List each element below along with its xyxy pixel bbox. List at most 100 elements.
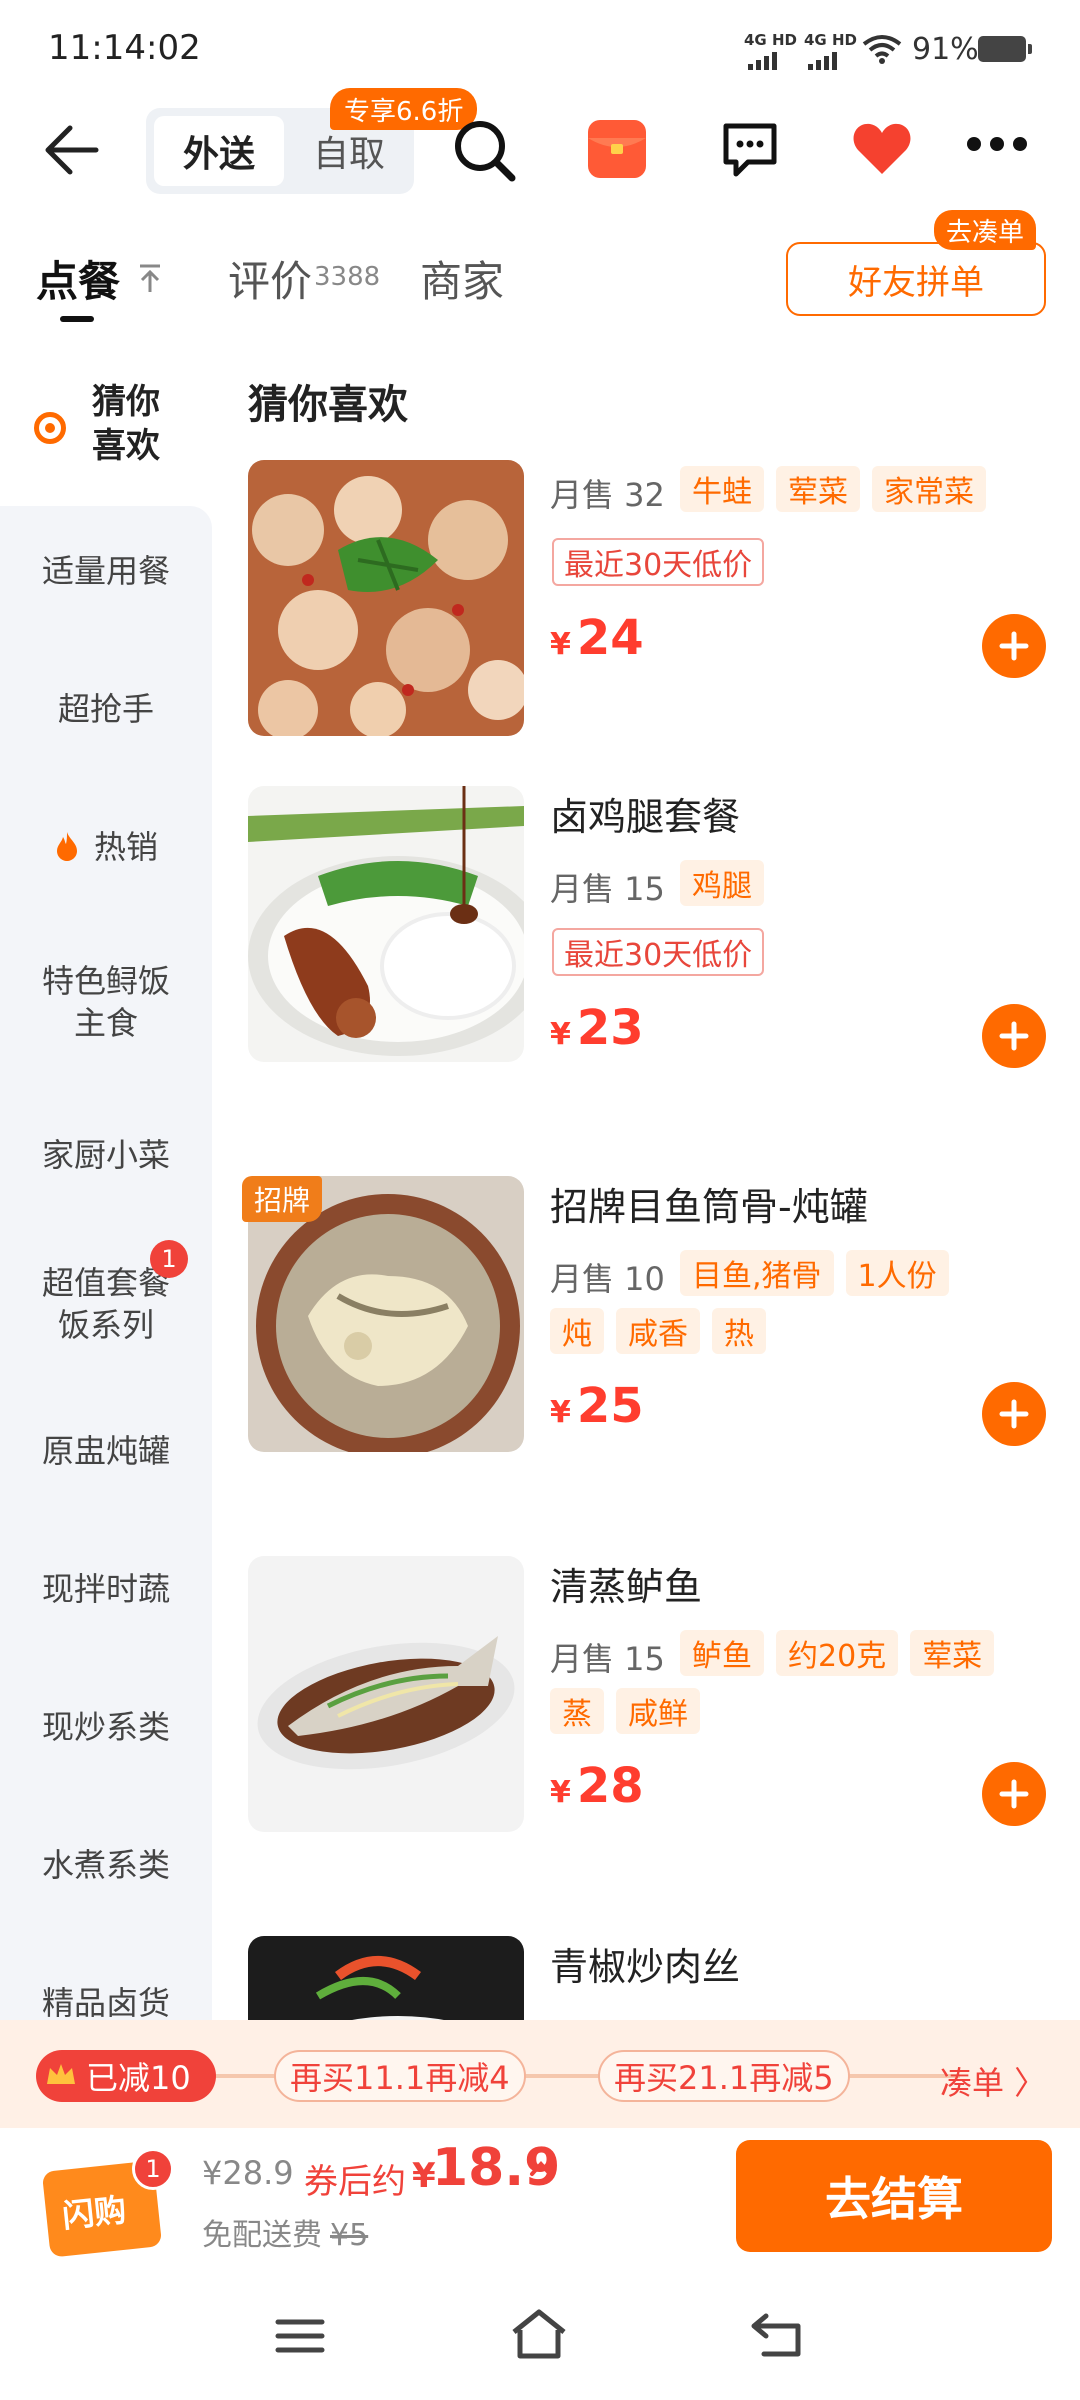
menu-item[interactable]: 青椒炒肉丝 — [248, 1936, 1080, 2026]
item-tags-secondary: 炖 咸香 热 — [550, 1308, 766, 1354]
plus-icon — [999, 1779, 1029, 1809]
plus-icon — [999, 631, 1029, 661]
item-tag: 鸡腿 — [680, 860, 764, 906]
signal-1-icon — [748, 50, 777, 70]
friend-order-badge: 去凑单 — [934, 210, 1037, 250]
dish-image-chicken-leg[interactable] — [248, 786, 524, 1062]
sidebar-item-boiled[interactable]: 水煮系类 — [0, 1844, 212, 1886]
delivery-fee-original: ¥5 — [330, 2218, 369, 2253]
item-tag: 荤菜 — [910, 1630, 995, 1676]
menu-item[interactable]: 卤鸡腿套餐 月售 15 鸡腿 最近30天低价 ¥23 — [248, 786, 1080, 1086]
checkout-bar: 闪购 1 ¥28.9 券后约 ¥ 18.9 免配送费 ¥5 去结算 — [0, 2128, 1080, 2268]
dish-image-frog[interactable] — [248, 460, 524, 736]
sidebar-item-stew-pot[interactable]: 原盅炖罐 — [0, 1430, 212, 1472]
item-tags: 牛蛙 荤菜 家常菜 — [680, 466, 986, 512]
search-icon[interactable] — [452, 118, 518, 184]
sidebar-item-portion[interactable]: 适量用餐 — [0, 550, 212, 592]
home-icon[interactable] — [508, 2308, 570, 2360]
back-arrow-icon[interactable] — [44, 124, 100, 176]
sidebar-item-hot-grab[interactable]: 超抢手 — [0, 688, 212, 730]
tab-order[interactable]: 点餐 — [36, 248, 120, 309]
item-name: 招牌目鱼筒骨-炖罐 — [550, 1185, 868, 1229]
system-nav-bar — [0, 2268, 1080, 2400]
item-tag: 牛蛙 — [680, 466, 764, 512]
chevron-up-icon[interactable] — [526, 2154, 556, 2184]
sidebar-item-value-set[interactable]: 超值套餐 饭系列 — [0, 1262, 212, 1346]
battery-percent: 91% — [912, 32, 979, 67]
add-more-link[interactable]: 凑单 〉 — [940, 2058, 1046, 2104]
menu-item[interactable]: 招牌 招牌目鱼筒骨-炖罐 月售 10 目鱼,猪骨 1人份 炖 咸香 热 ¥25 — [242, 1176, 1080, 1476]
red-packet-icon[interactable] — [584, 116, 650, 182]
tab-reviews[interactable]: 评价 — [228, 248, 312, 309]
delivery-tab[interactable]: 外送 — [154, 116, 284, 186]
add-to-cart-button[interactable] — [982, 1762, 1046, 1826]
pin-top-icon[interactable] — [136, 262, 164, 294]
sidebar-item-recommend-label: 猜你 喜欢 — [92, 382, 160, 466]
active-tab-indicator — [60, 316, 94, 322]
reviews-count: 3388 — [314, 262, 381, 292]
item-sales: 月售 10 — [550, 1260, 665, 1298]
item-price: ¥28 — [550, 1758, 644, 1814]
item-tag: 蒸 — [550, 1688, 604, 1734]
favorite-heart-icon[interactable] — [852, 120, 912, 176]
add-to-cart-button[interactable] — [982, 614, 1046, 678]
item-tag: 1人份 — [845, 1250, 949, 1296]
item-sales: 月售 15 — [550, 1640, 665, 1678]
item-tag: 热 — [712, 1308, 766, 1354]
dish-image-steamed-fish[interactable] — [248, 1556, 524, 1832]
item-tag: 炖 — [550, 1308, 604, 1354]
sidebar-item-stir-fry[interactable]: 现炒系类 — [0, 1706, 212, 1748]
original-price: ¥28.9 — [202, 2154, 294, 2192]
status-bar: 11:14:02 4G HD 4G HD 91% — [0, 0, 1080, 100]
sidebar-item-home-dishes[interactable]: 家厨小菜 — [0, 1134, 212, 1176]
low-price-label: 最近30天低价 — [552, 928, 765, 976]
sidebar-count-badge: 1 — [150, 1240, 188, 1278]
item-tags: 目鱼,猪骨 1人份 — [680, 1250, 949, 1296]
item-price: ¥24 — [550, 610, 644, 666]
checkout-button[interactable]: 去结算 — [736, 2140, 1052, 2252]
cart-button[interactable]: 闪购 1 — [36, 2148, 174, 2258]
message-icon[interactable] — [718, 118, 782, 182]
back-icon[interactable] — [750, 2312, 806, 2358]
delivery-fee-info: 免配送费 ¥5 — [202, 2218, 369, 2253]
wifi-icon — [862, 35, 902, 64]
status-time: 11:14:02 — [48, 28, 201, 68]
sidebar-item-sturgeon-rice[interactable]: 特色鲟饭 主食 — [0, 960, 212, 1044]
more-options-icon[interactable] — [966, 134, 1028, 154]
item-tag: 鲈鱼 — [680, 1630, 764, 1676]
section-title: 猜你喜欢 — [248, 382, 408, 428]
friend-order-button[interactable]: 好友拼单 — [786, 242, 1046, 316]
tab-merchant[interactable]: 商家 — [420, 248, 504, 309]
after-coupon-label: 券后约 — [304, 2162, 406, 2202]
menu-icon[interactable] — [274, 2316, 326, 2356]
network-label-1: 4G HD — [744, 31, 797, 49]
fire-icon — [56, 832, 77, 861]
low-price-label: 最近30天低价 — [552, 538, 765, 586]
promotion-step-2: 再买21.1再减5 — [598, 2050, 850, 2102]
item-price: ¥23 — [550, 1000, 644, 1056]
cart-icon-text: 闪购 — [60, 2190, 129, 2236]
add-to-cart-button[interactable] — [982, 1382, 1046, 1446]
signature-badge: 招牌 — [242, 1176, 323, 1222]
item-tag: 家常菜 — [872, 466, 986, 512]
item-name: 青椒炒肉丝 — [550, 1945, 741, 1989]
sidebar-item-bestseller[interactable]: 热销 — [0, 826, 212, 868]
app-root: { "status": {"time": "11:14:02", "net1":… — [0, 0, 1080, 2400]
add-to-cart-button[interactable] — [982, 1004, 1046, 1068]
sidebar-item-fresh-veg[interactable]: 现拌时蔬 — [0, 1568, 212, 1610]
item-tag: 荤菜 — [776, 466, 860, 512]
cart-count-badge: 1 — [132, 2148, 174, 2190]
signal-2-icon — [808, 50, 837, 70]
target-icon — [34, 412, 66, 444]
menu-item[interactable]: 月售 32 牛蛙 荤菜 家常菜 最近30天低价 ¥24 — [248, 460, 1080, 760]
item-name: 清蒸鲈鱼 — [550, 1565, 703, 1609]
dish-image-pepper-pork[interactable] — [248, 1936, 524, 2026]
promotion-step-1: 再买11.1再减4 — [274, 2050, 526, 2102]
plus-icon — [999, 1399, 1029, 1429]
sidebar-item-recommend[interactable]: 猜你 喜欢 — [0, 372, 212, 506]
sidebar-item-braised[interactable]: 精品卤货 — [0, 1982, 212, 2024]
item-tag: 咸鲜 — [616, 1688, 700, 1734]
item-sales: 月售 32 — [550, 476, 665, 514]
menu-item[interactable]: 清蒸鲈鱼 月售 15 鲈鱼 约20克 荤菜 蒸 咸鲜 ¥28 — [248, 1556, 1080, 1856]
item-tag: 约20克 — [776, 1630, 899, 1676]
